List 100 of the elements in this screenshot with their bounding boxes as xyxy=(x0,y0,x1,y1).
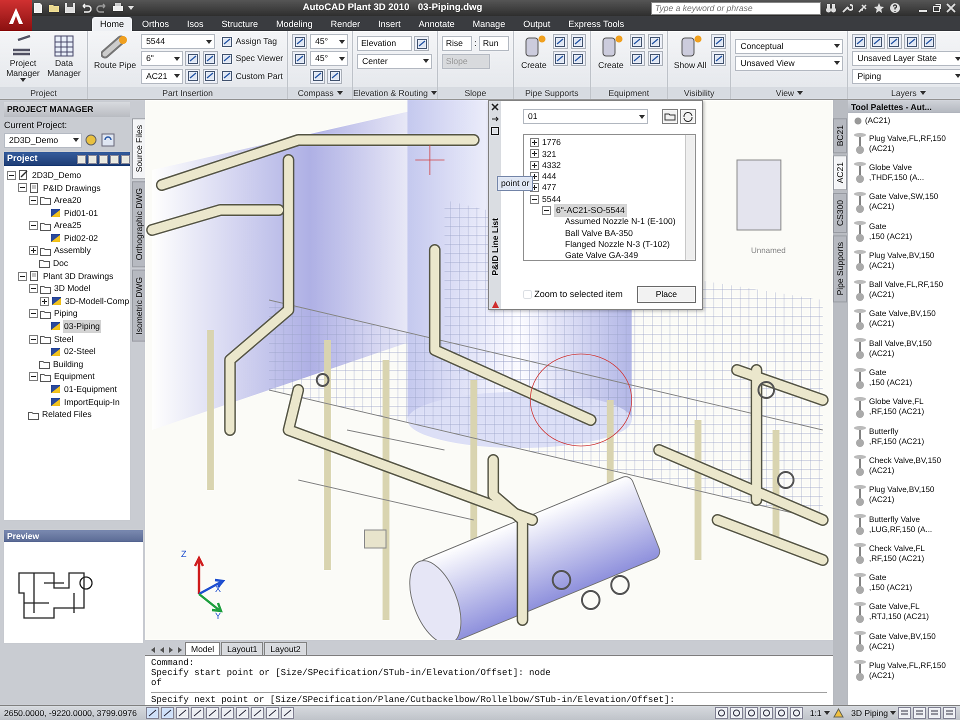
status-tool-icon[interactable] xyxy=(928,707,941,719)
tool-button[interactable] xyxy=(630,51,645,66)
palette-tool[interactable]: Gate ,150 (AC21) xyxy=(848,216,960,246)
tree-item[interactable]: Related Files xyxy=(41,408,93,421)
tree-item[interactable]: 3D-Modell-Comp xyxy=(64,294,130,308)
ribbon-tab[interactable]: Output xyxy=(515,17,558,31)
caret-icon[interactable] xyxy=(797,91,804,95)
expand-toggle[interactable] xyxy=(18,272,27,281)
caret-icon[interactable] xyxy=(834,61,840,66)
status-tool-icon[interactable] xyxy=(715,707,728,719)
palette-tab[interactable]: BC21 xyxy=(833,118,847,154)
caret-icon[interactable] xyxy=(955,56,960,61)
dropdown[interactable]: Conceptual xyxy=(735,38,844,54)
elevation-field[interactable]: Elevation xyxy=(357,36,412,52)
palette-tool[interactable]: Check Valve,FL ,RF,150 (AC21) xyxy=(848,539,960,568)
drafting-toggle-icon[interactable] xyxy=(251,707,264,719)
tool-button[interactable] xyxy=(711,51,726,66)
tool-button[interactable]: Spec Viewer xyxy=(220,51,284,66)
ribbon-tab[interactable]: Render xyxy=(322,17,368,31)
tree-item[interactable]: 3D Model xyxy=(53,282,92,296)
palette-tool[interactable]: Globe Valve,FL ,RF,150 (AC21) xyxy=(848,392,960,422)
caret-icon[interactable] xyxy=(430,91,437,95)
tool-button[interactable] xyxy=(648,34,663,49)
tool-button[interactable] xyxy=(630,34,645,49)
palette-tool[interactable]: Ball Valve,FL,RF,150 (AC21) xyxy=(848,275,960,305)
expand-toggle[interactable] xyxy=(7,170,16,180)
tree-item[interactable]: 01-Equipment xyxy=(63,383,118,396)
dropdown[interactable]: 2D3D_Demo xyxy=(4,132,82,148)
status-tool-icon[interactable] xyxy=(745,707,758,719)
slope-field[interactable]: Run xyxy=(478,36,509,52)
ribbon-tab[interactable]: Isos xyxy=(179,17,212,31)
tool-button[interactable] xyxy=(185,68,200,84)
drafting-toggle-icon[interactable] xyxy=(161,707,174,719)
caret-icon[interactable] xyxy=(128,6,134,10)
palette-tool[interactable]: Plug Valve,FL,RF,150 (AC21) xyxy=(848,656,960,686)
dropdown[interactable]: Unsaved Layer State xyxy=(852,51,960,66)
caret-icon[interactable] xyxy=(73,138,79,142)
palette-tab[interactable]: AC21 xyxy=(833,155,847,191)
annotation-scale[interactable]: 1:1 xyxy=(810,706,822,720)
ribbon-tab[interactable]: Manage xyxy=(464,17,514,31)
slope-field[interactable]: Rise xyxy=(442,36,472,52)
palette-tool[interactable]: (AC21) xyxy=(848,113,960,129)
tree-item[interactable]: 2D3D_Demo xyxy=(31,168,82,182)
tool-button[interactable] xyxy=(292,51,308,66)
print-icon[interactable] xyxy=(112,2,124,14)
tree-item[interactable]: ImportEquip-In xyxy=(63,396,121,408)
palette-tool[interactable]: Globe Valve ,THDF,150 (A... xyxy=(848,158,960,188)
expand-toggle[interactable] xyxy=(542,206,551,215)
tree-item[interactable]: 1776 xyxy=(542,136,561,150)
caret-icon[interactable] xyxy=(206,40,212,44)
tool-button[interactable] xyxy=(570,34,586,49)
dropdown[interactable]: Center xyxy=(357,54,432,68)
layout-tab[interactable]: Layout1 xyxy=(221,642,264,655)
expand-toggle[interactable] xyxy=(29,196,38,205)
tool-button[interactable]: Custom Part xyxy=(220,68,284,84)
tool-button[interactable] xyxy=(202,68,218,84)
tree-item[interactable]: Area25 xyxy=(53,219,82,232)
tool-button[interactable] xyxy=(852,34,868,49)
expand-toggle[interactable] xyxy=(29,334,38,344)
tool-button[interactable] xyxy=(886,34,902,49)
ribbon-tab[interactable]: Structure xyxy=(214,17,266,31)
palette-tab[interactable]: Pipe Supports xyxy=(833,234,847,302)
drafting-toggle-icon[interactable] xyxy=(221,707,234,719)
caret-icon[interactable] xyxy=(920,91,926,95)
search-field[interactable]: Type a keyword or phrase xyxy=(651,2,821,14)
drafting-toggle-icon[interactable] xyxy=(191,707,204,719)
workspace-switcher[interactable]: 3D Piping xyxy=(851,706,888,720)
tree-item[interactable]: Equipment xyxy=(53,370,96,384)
tool-button[interactable] xyxy=(310,68,326,84)
tree-item[interactable]: P&ID Drawings xyxy=(42,182,102,194)
large-button[interactable]: Create xyxy=(594,34,627,70)
palette-tool[interactable]: Plug Valve,FL,RF,150 (AC21) xyxy=(848,129,960,158)
side-tab[interactable]: Isometric DWG xyxy=(132,270,146,342)
tree-item[interactable]: Building xyxy=(52,358,84,371)
caret-icon[interactable] xyxy=(890,711,896,715)
caret-icon[interactable] xyxy=(174,56,180,61)
caret-icon[interactable] xyxy=(834,44,840,48)
tree-item[interactable]: Ball Valve BA-350 xyxy=(565,226,633,240)
expand-toggle[interactable] xyxy=(40,296,49,306)
caret-icon[interactable] xyxy=(174,74,180,78)
dropdown[interactable]: 6" xyxy=(141,51,184,66)
tree-item[interactable]: Pid02-02 xyxy=(63,232,100,245)
layout-tab[interactable]: Model xyxy=(185,642,220,655)
ribbon-tab[interactable]: Express Tools xyxy=(560,17,632,31)
tool-button[interactable] xyxy=(570,51,586,66)
palette-tab[interactable]: CS300 xyxy=(833,192,847,233)
save-icon[interactable] xyxy=(64,2,76,14)
drafting-toggle-icon[interactable] xyxy=(281,707,294,719)
palette-tool[interactable]: Butterfly Valve ,LUG,RF,150 (A... xyxy=(848,510,960,540)
layout-tab[interactable]: Layout2 xyxy=(264,642,307,655)
palette-tool[interactable]: Ball Valve,BV,150 (AC21) xyxy=(848,334,960,364)
tree-item[interactable]: 321 xyxy=(542,148,556,160)
palette-tool[interactable]: Gate Valve,FL ,RTJ,150 (AC21) xyxy=(848,598,960,628)
open-folder-icon[interactable] xyxy=(48,2,60,14)
tree-item[interactable]: Assumed Nozzle N-1 (E-100) xyxy=(565,215,676,228)
status-tool-icon[interactable] xyxy=(775,707,788,719)
caret-icon[interactable] xyxy=(339,40,346,44)
expand-toggle[interactable] xyxy=(29,372,38,382)
scroll-bar[interactable] xyxy=(685,135,695,260)
large-button[interactable]: Data Manager xyxy=(45,34,83,78)
